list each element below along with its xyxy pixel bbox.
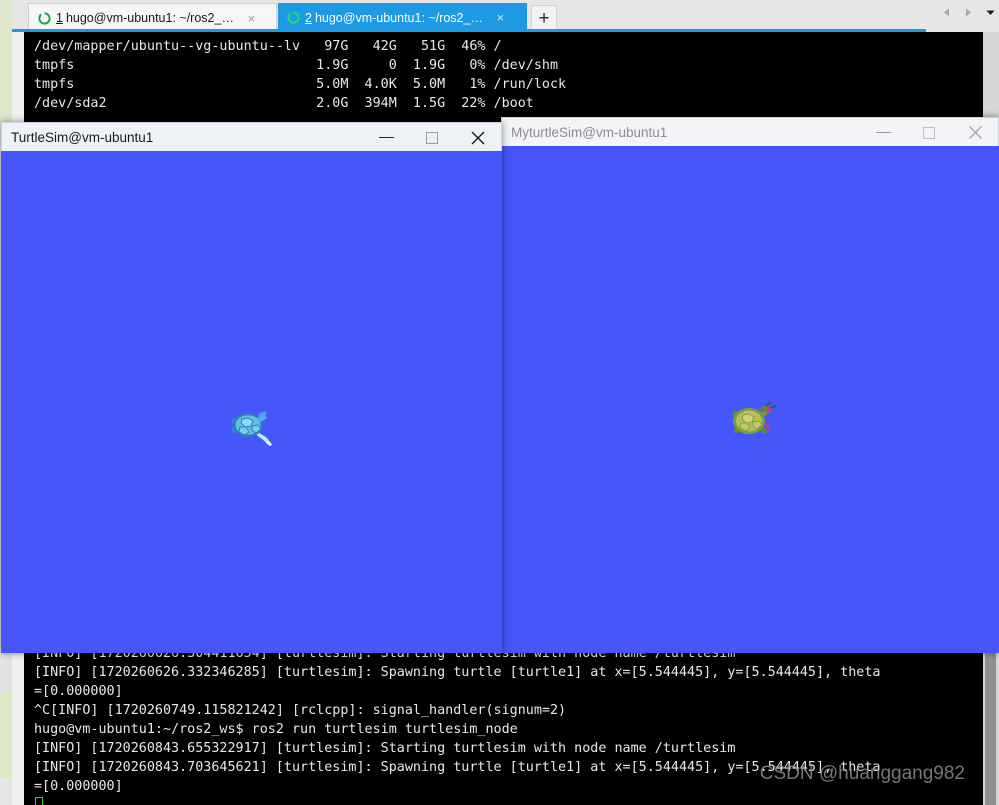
turtlesim-window-controls: [363, 123, 501, 152]
terminal-tab-1-close-icon[interactable]: ×: [244, 11, 259, 26]
maximize-button[interactable]: [409, 123, 455, 152]
terminal-line: [INFO] [1720260626.332346285] [turtlesim…: [34, 665, 881, 680]
chevron-down-icon[interactable]: [984, 6, 997, 19]
myturtlesim-titlebar[interactable]: MyturtleSim@vm-ubuntu1: [501, 117, 999, 146]
terminal-tab-2[interactable]: 2 hugo@vm-ubuntu1: ~/ros2_… ×: [278, 3, 527, 32]
triangle-right-icon[interactable]: [962, 6, 975, 19]
maximize-button[interactable]: [906, 118, 952, 147]
terminal-line: /dev/mapper/ubuntu--vg-ubuntu--lv 97G 42…: [34, 39, 502, 54]
desktop-strip-segment: [0, 778, 12, 805]
terminal-tab-2-close-icon[interactable]: ×: [493, 10, 508, 25]
terminal-line: [INFO] [1720260843.655322917] [turtlesim…: [34, 741, 736, 756]
turtlesim-titlebar[interactable]: TurtleSim@vm-ubuntu1: [1, 122, 502, 151]
new-tab-button[interactable]: +: [531, 5, 557, 32]
minimize-button[interactable]: [363, 123, 409, 152]
close-button[interactable]: [952, 118, 998, 147]
myturtlesim-canvas[interactable]: [501, 146, 999, 653]
myturtlesim-title: MyturtleSim@vm-ubuntu1: [511, 124, 668, 140]
myturtlesim-window-controls: [860, 118, 998, 147]
myturtlesim-window[interactable]: MyturtleSim@vm-ubuntu1: [501, 117, 999, 653]
desktop-strip-segment: [0, 33, 12, 123]
spinner-icon: [38, 11, 51, 25]
minimize-icon: [875, 131, 891, 134]
triangle-left-icon[interactable]: [940, 6, 953, 19]
minimize-button[interactable]: [860, 118, 906, 147]
desktop-strip-segment: [0, 653, 12, 693]
turtlesim-canvas[interactable]: [1, 151, 502, 653]
terminal-tab-1-number: 1: [56, 11, 63, 25]
terminal-tab-2-label: hugo@vm-ubuntu1: ~/ros2_…: [314, 10, 483, 25]
desktop-strip-segment: [0, 0, 12, 33]
minimize-icon: [378, 136, 394, 139]
terminal-line: =[0.000000]: [34, 779, 123, 794]
terminal-cursor: [35, 797, 43, 805]
tab-bar-controls: [940, 6, 997, 19]
terminal-prompt-line: hugo@vm-ubuntu1:~/ros2_ws$ ros2 run turt…: [34, 722, 518, 737]
terminal-tab-bar: 1 hugo@vm-ubuntu1: ~/ros2_… × 2 hugo@vm-…: [12, 0, 999, 32]
desktop-strip-segment: [0, 693, 12, 778]
terminal-line: ^C[INFO] [1720260749.115821242] [rclcpp]…: [34, 703, 567, 718]
close-button[interactable]: [455, 123, 501, 152]
maximize-icon: [426, 131, 438, 144]
close-icon: [968, 126, 982, 139]
terminal-line: /dev/sda2 2.0G 394M 1.5G 22% /boot: [34, 96, 534, 111]
turtle-sprite-green: [725, 398, 777, 444]
terminal-tab-1-label: hugo@vm-ubuntu1: ~/ros2_…: [65, 11, 234, 25]
close-icon: [471, 130, 485, 145]
terminal-tab-1[interactable]: 1 hugo@vm-ubuntu1: ~/ros2_… ×: [28, 3, 277, 32]
maximize-icon: [923, 126, 935, 139]
terminal-line: tmpfs 1.9G 0 1.9G 0% /dev/shm: [34, 58, 559, 73]
screen: 1 hugo@vm-ubuntu1: ~/ros2_… × 2 hugo@vm-…: [0, 0, 999, 805]
terminal-line: tmpfs 5.0M 4.0K 5.0M 1% /run/lock: [34, 77, 567, 92]
terminal-tab-2-number: 2: [305, 10, 312, 25]
turtle-sprite-blue: [225, 403, 277, 449]
watermark: CSDN @huanggang982: [759, 763, 965, 784]
turtlesim-title: TurtleSim@vm-ubuntu1: [11, 129, 154, 145]
terminal-line: =[0.000000]: [34, 684, 123, 699]
spinner-icon: [287, 11, 300, 24]
turtlesim-window[interactable]: TurtleSim@vm-ubuntu1: [1, 122, 502, 653]
terminal-line: [INFO] [1720260843.703645621] [turtlesim…: [34, 760, 881, 775]
